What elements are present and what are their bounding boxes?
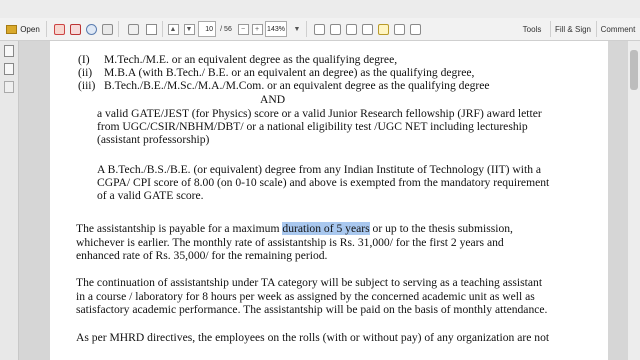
and-heading: AND — [260, 93, 286, 106]
zoom-dropdown-button[interactable]: ▼ — [290, 21, 304, 37]
gate-line: from UGC/CSIR/NBHM/DBT/ or a national el… — [97, 120, 528, 133]
list-item: (ii) M.B.A (with B.Tech./ B.E. or an equi… — [78, 66, 475, 79]
arrow-down-icon: ▼ — [183, 23, 195, 35]
zoom-out-icon: − — [237, 23, 249, 35]
attachments-icon[interactable] — [4, 81, 14, 93]
gate-line: (assistant professorship) — [97, 133, 210, 146]
folder-icon — [6, 24, 18, 34]
zoom-in-button[interactable]: + — [250, 21, 264, 37]
hand-icon — [329, 23, 341, 35]
hand-tool-button[interactable] — [328, 21, 342, 37]
next-page-button[interactable]: ▼ — [182, 21, 196, 37]
share-button[interactable] — [100, 21, 114, 37]
printer-icon — [127, 23, 139, 35]
iit-line: A B.Tech./B.S./B.E. (or equivalent) degr… — [97, 163, 542, 176]
toolbar-separator — [46, 21, 47, 37]
edit-pdf-button[interactable] — [68, 21, 82, 37]
text-selection-highlight[interactable]: duration of 5 years — [282, 222, 370, 235]
tools-pane-button[interactable]: Tools — [518, 21, 546, 37]
continuation-line: The continuation of assistantship under … — [76, 276, 543, 289]
list-item: (iii) B.Tech./B.E./M.Sc./M.A./M.Com. or a… — [78, 79, 490, 92]
create-pdf-icon — [53, 23, 65, 35]
open-label: Open — [20, 24, 40, 34]
gate-line: a valid GATE/JEST (for Physics) score or… — [97, 107, 542, 120]
zoom-in-icon: + — [251, 23, 263, 35]
share-icon — [101, 23, 113, 35]
gear-icon — [85, 23, 97, 35]
assistantship-line: The assistantship is payable for a maxim… — [76, 222, 513, 235]
page-thumbnails-icon[interactable] — [4, 45, 14, 57]
title-bar — [0, 0, 640, 18]
continuation-line: in a course / laboratory for 8 hours per… — [76, 290, 535, 303]
arrow-up-icon: ▲ — [167, 23, 179, 35]
prev-page-button[interactable]: ▲ — [166, 21, 180, 37]
navigation-sidebar — [0, 41, 19, 360]
scrollbar-thumb[interactable] — [630, 50, 638, 90]
mhrd-line: As per MHRD directives, the employees on… — [76, 331, 550, 344]
zoom-level-select[interactable]: 143% — [265, 21, 287, 37]
cursor-icon — [313, 23, 325, 35]
toolbar-separator — [162, 21, 163, 37]
toolbar-separator — [550, 21, 551, 37]
list-item: (I) M.Tech./M.E. or an equivalent degree … — [78, 53, 398, 66]
iit-line: of a valid GATE score. — [97, 189, 204, 202]
highlight-tool-button[interactable] — [392, 21, 406, 37]
envelope-icon — [145, 23, 157, 35]
select-tool-button[interactable] — [312, 21, 326, 37]
settings-button[interactable] — [84, 21, 98, 37]
pen-icon — [409, 23, 421, 35]
assistantship-line: whichever is earlier. The monthly rate o… — [76, 236, 504, 249]
continuation-line: satisfactory academic performance. The a… — [76, 303, 548, 316]
fit-page-button[interactable] — [344, 21, 358, 37]
fill-sign-pane-button[interactable]: Fill & Sign — [553, 21, 593, 37]
iit-line: CGPA/ CPI score of 8.00 (on 0-10 scale) … — [97, 176, 550, 189]
print-button[interactable] — [126, 21, 140, 37]
comment-pane-button[interactable]: Comment — [599, 21, 637, 37]
bookmarks-icon[interactable] — [4, 63, 14, 75]
page-number-input[interactable]: 10 — [198, 21, 216, 37]
full-screen-icon — [361, 23, 373, 35]
pdf-page: (I) M.Tech./M.E. or an equivalent degree … — [50, 41, 608, 360]
toolbar: Open ▲ ▼ 10 / 56 − + 143% ▼ Tools Fill &… — [0, 18, 640, 41]
zoom-out-button[interactable]: − — [236, 21, 250, 37]
page-total: / 56 — [220, 25, 232, 33]
toolbar-separator — [306, 21, 307, 37]
edit-pdf-icon — [69, 23, 81, 35]
email-button[interactable] — [144, 21, 158, 37]
highlighter-icon — [393, 23, 405, 35]
create-pdf-button[interactable] — [52, 21, 66, 37]
toolbar-separator — [118, 21, 119, 37]
viewer-background — [19, 41, 50, 360]
assistantship-line: enhanced rate of Rs. 35,000/ for the rem… — [76, 249, 328, 262]
full-screen-button[interactable] — [360, 21, 374, 37]
sign-tool-button[interactable] — [408, 21, 422, 37]
chevron-down-icon: ▼ — [293, 25, 301, 33]
comment-tool-button[interactable] — [376, 21, 390, 37]
fit-page-icon — [345, 23, 357, 35]
speech-bubble-icon — [377, 23, 389, 35]
toolbar-separator — [596, 21, 597, 37]
open-button[interactable]: Open — [4, 21, 42, 37]
